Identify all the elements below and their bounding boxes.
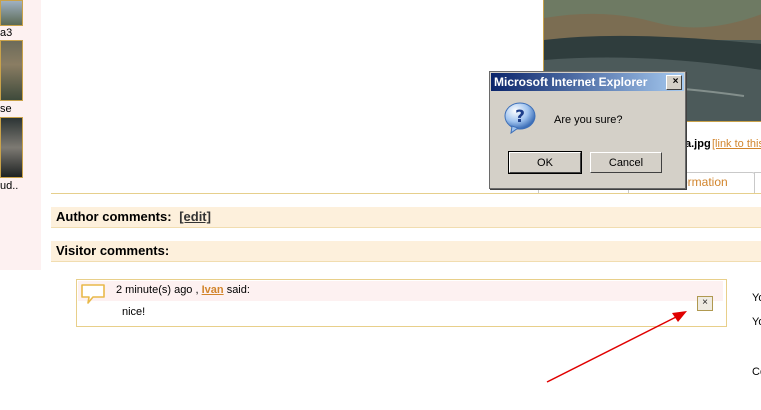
ok-button[interactable]: OK [508, 151, 582, 174]
svg-text:?: ? [515, 107, 525, 127]
annotation-arrow [546, 311, 687, 383]
cancel-button[interactable]: Cancel [590, 152, 662, 173]
dialog-message: Are you sure? [554, 114, 623, 126]
question-icon: ? [503, 101, 537, 138]
confirm-dialog: Microsoft Internet Explorer × ? Are you … [489, 71, 686, 189]
dialog-titlebar[interactable]: Microsoft Internet Explorer × [491, 73, 684, 91]
close-icon: × [672, 76, 679, 87]
dialog-title: Microsoft Internet Explorer [494, 75, 648, 89]
dialog-close-button[interactable]: × [666, 75, 682, 90]
